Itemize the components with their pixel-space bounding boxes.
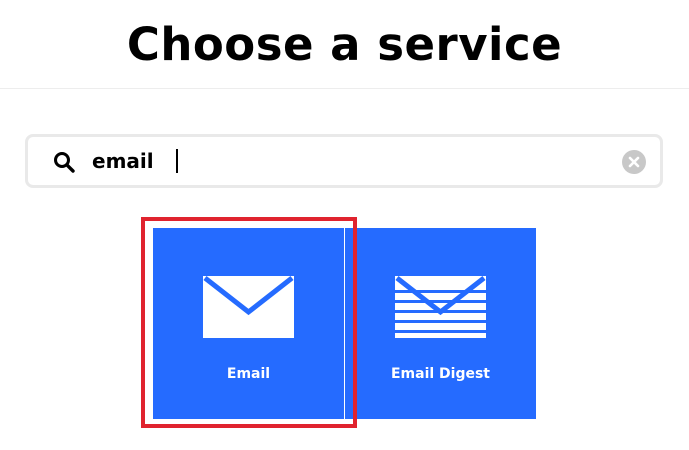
header: Choose a service (0, 0, 689, 89)
search-icon (54, 152, 75, 173)
service-picker-page: Choose a service Email (0, 0, 689, 450)
search-input[interactable] (92, 146, 602, 176)
service-tile-email[interactable]: Email (153, 228, 344, 419)
clear-search-button[interactable] (622, 150, 646, 174)
service-label-email-digest: Email Digest (390, 366, 491, 382)
page-title: Choose a service (126, 18, 563, 71)
text-caret (176, 149, 178, 173)
service-tile-email-digest[interactable]: Email Digest (345, 228, 536, 419)
clear-icon (628, 156, 640, 168)
search-box[interactable] (25, 134, 663, 188)
envelope-icon (203, 276, 294, 338)
service-label-email: Email (226, 366, 271, 382)
envelope-digest-icon (395, 276, 486, 338)
